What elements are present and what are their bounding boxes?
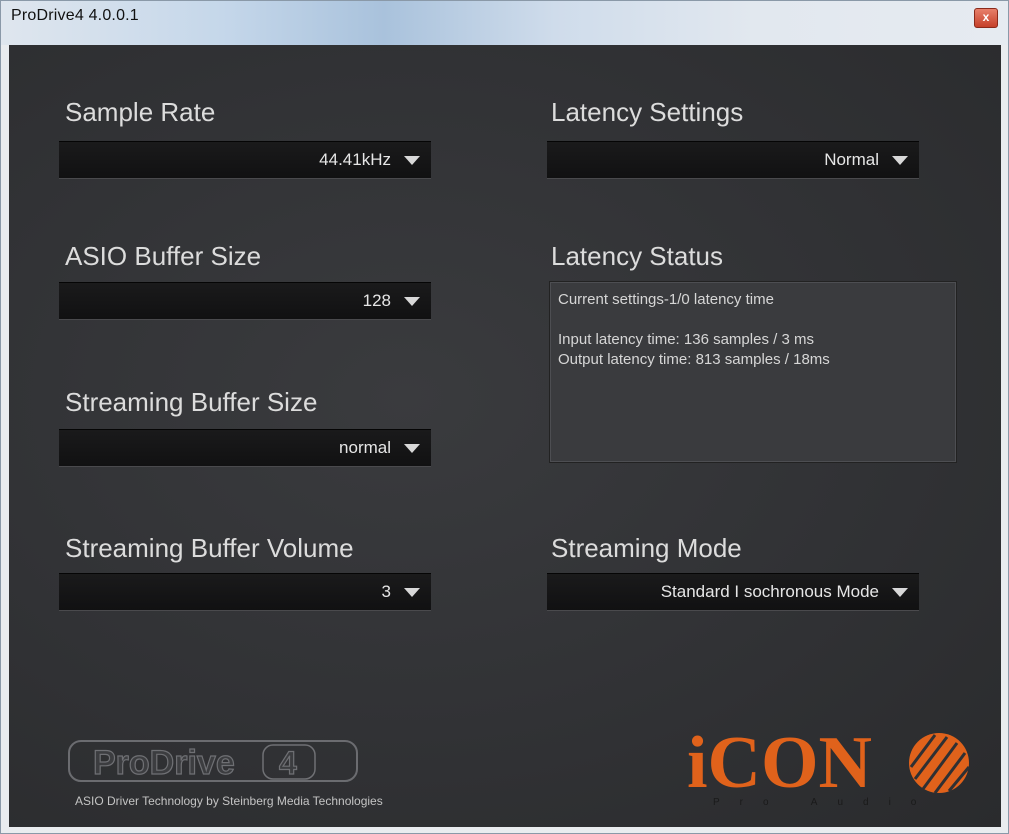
prodrive-logo: ProDrive 4 xyxy=(68,740,358,783)
input-latency-line: Input latency time: 136 samples / 3 ms xyxy=(558,331,814,348)
streaming-mode-dropdown[interactable]: Standard I sochronous Mode xyxy=(547,573,919,611)
asio-credit-text: ASIO Driver Technology by Steinberg Medi… xyxy=(75,794,383,808)
globe-icon xyxy=(909,733,971,794)
latency-status-box: Current settings-1/0 latency time Input … xyxy=(549,281,957,463)
asio-buffer-size-value: 128 xyxy=(362,291,391,310)
settings-panel: Sample Rate 44.41kHz ASIO Buffer Size 12… xyxy=(9,45,1001,827)
streaming-mode-label: Streaming Mode xyxy=(551,533,742,563)
output-latency-line: Output latency time: 813 samples / 18ms xyxy=(558,351,830,368)
latency-settings-value: Normal xyxy=(824,150,879,169)
latency-settings-dropdown[interactable]: Normal xyxy=(547,141,919,179)
sample-rate-dropdown[interactable]: 44.41kHz xyxy=(59,141,431,179)
streaming-mode-value: Standard I sochronous Mode xyxy=(660,582,879,601)
latency-status-line: Current settings-1/0 latency time xyxy=(558,291,774,308)
asio-buffer-size-label: ASIO Buffer Size xyxy=(65,241,262,271)
close-button[interactable]: x xyxy=(974,8,998,28)
streaming-buffer-volume-value: 3 xyxy=(381,582,391,601)
close-icon: x xyxy=(982,10,990,24)
title-bar[interactable]: ProDrive4 4.0.0.1 x xyxy=(1,1,1008,45)
icon-pro-audio-logo: iCON Pro Audio xyxy=(687,723,971,808)
chevron-down-icon xyxy=(404,297,420,306)
chevron-down-icon xyxy=(404,444,420,453)
chevron-down-icon xyxy=(404,156,420,165)
chevron-down-icon xyxy=(892,156,908,165)
icon-logo-subtext: Pro Audio xyxy=(713,797,936,808)
latency-status-label: Latency Status xyxy=(551,241,723,271)
streaming-buffer-volume-dropdown[interactable]: 3 xyxy=(59,573,431,611)
streaming-buffer-size-value: normal xyxy=(339,438,391,457)
streaming-buffer-size-dropdown[interactable]: normal xyxy=(59,429,431,467)
sample-rate-value: 44.41kHz xyxy=(319,150,391,169)
chevron-down-icon xyxy=(892,588,908,597)
streaming-buffer-size-label: Streaming Buffer Size xyxy=(65,387,318,417)
sample-rate-label: Sample Rate xyxy=(65,97,216,127)
icon-logo-text: iCON xyxy=(687,723,872,804)
latency-settings-label: Latency Settings xyxy=(551,97,744,127)
prodrive-logo-number: 4 xyxy=(279,745,297,781)
chevron-down-icon xyxy=(404,588,420,597)
app-window: ProDrive4 4.0.0.1 x Sample Rate 44.41kHz… xyxy=(0,0,1009,834)
asio-buffer-size-dropdown[interactable]: 128 xyxy=(59,282,431,320)
window-title: ProDrive4 4.0.0.1 xyxy=(11,7,139,24)
streaming-buffer-volume-label: Streaming Buffer Volume xyxy=(65,533,354,563)
prodrive-logo-text: ProDrive xyxy=(93,744,235,782)
